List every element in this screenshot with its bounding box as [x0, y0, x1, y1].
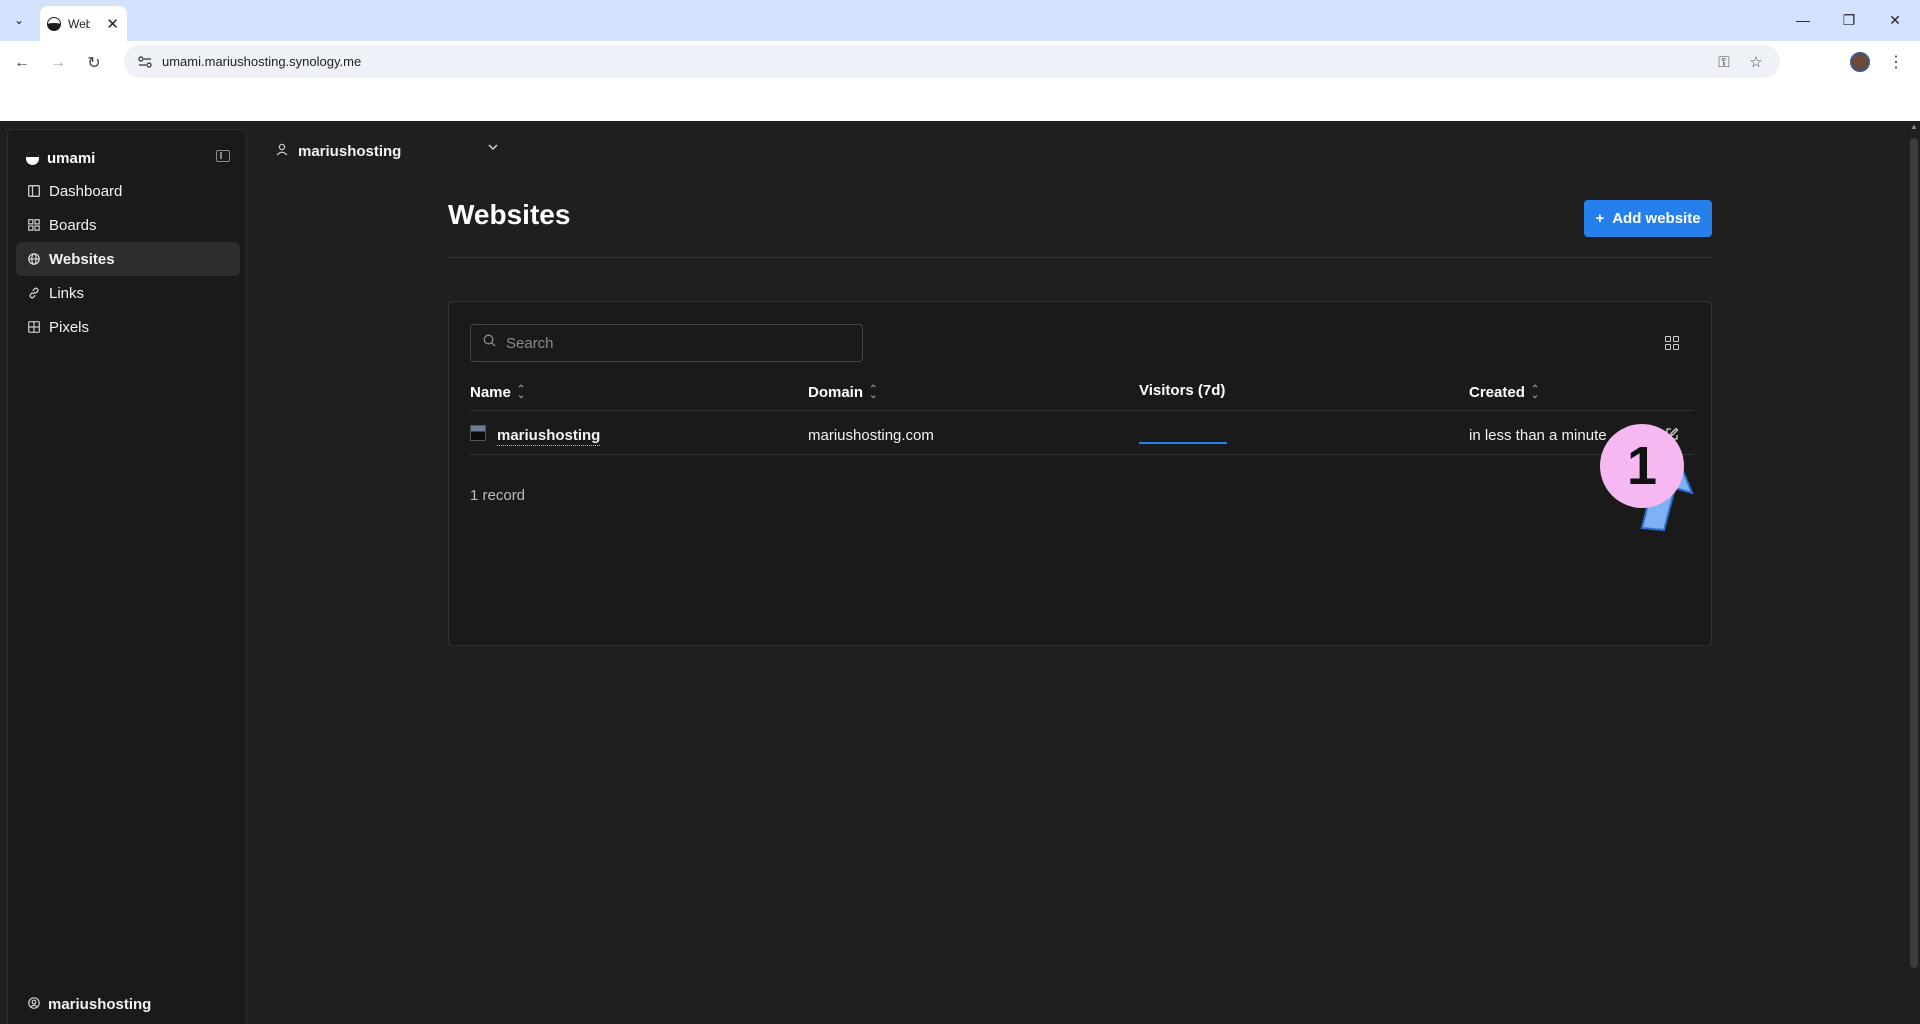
restore-icon[interactable]: ❐ — [1826, 6, 1872, 34]
sidebar-item-pixels[interactable]: Pixels — [16, 310, 240, 344]
brand[interactable]: umami — [26, 150, 95, 167]
grid-view-icon[interactable] — [1665, 336, 1679, 350]
team-switcher[interactable]: mariushosting — [276, 137, 506, 165]
column-label: Visitors (7d) — [1139, 382, 1226, 399]
pixels-icon — [28, 321, 40, 333]
profile-avatar[interactable] — [1850, 52, 1870, 72]
site-info-icon[interactable] — [132, 49, 158, 75]
search-icon — [483, 334, 496, 352]
search-box[interactable] — [470, 324, 863, 362]
tab-list-chevron-icon[interactable]: ⌄ — [6, 8, 32, 32]
brand-name: umami — [47, 150, 96, 167]
forward-icon[interactable]: → — [44, 49, 72, 77]
chevron-down-icon[interactable] — [488, 139, 498, 153]
user-menu[interactable]: mariushosting — [28, 996, 151, 1013]
sidebar-item-label: Pixels — [49, 318, 90, 336]
column-label: Name — [470, 384, 511, 401]
sidebar: umami Dashboard Boards Websites Links Pi… — [7, 129, 247, 1024]
browser-tab[interactable]: Websites ✕ — [40, 6, 127, 41]
sort-icon: ⌃ ⌄ — [516, 383, 526, 401]
close-window-icon[interactable]: ✕ — [1872, 6, 1918, 34]
column-label: Domain — [808, 384, 864, 401]
sidebar-item-label: Boards — [49, 216, 97, 234]
add-website-button[interactable]: + Add website — [1584, 200, 1712, 237]
reload-icon[interactable]: ↻ — [80, 49, 108, 77]
link-icon — [28, 287, 40, 299]
user-icon — [276, 143, 288, 160]
column-header-created[interactable]: Created ⌃ ⌄ — [1469, 384, 1539, 401]
column-header-visitors: Visitors (7d) — [1139, 382, 1225, 399]
browser-menu-icon[interactable]: ⋮ — [1886, 50, 1906, 74]
website-name-link[interactable]: mariushosting — [497, 427, 601, 446]
tab-close-icon[interactable]: ✕ — [106, 15, 119, 33]
url-text: umami.mariushosting.synology.me — [162, 54, 362, 69]
back-icon[interactable]: ← — [8, 49, 36, 77]
plus-icon: + — [1595, 210, 1605, 227]
boards-icon — [28, 219, 40, 231]
sidebar-collapse-icon[interactable] — [216, 150, 230, 162]
umami-logo-icon — [26, 152, 39, 165]
title-divider — [448, 257, 1712, 258]
user-circle-icon — [28, 996, 40, 1013]
browser-toolbar: ← → ↻ umami.mariushosting.synology.me ⚿ … — [0, 41, 1920, 83]
record-count: 1 record — [470, 487, 526, 504]
team-name: mariushosting — [298, 142, 402, 160]
scroll-up-arrow-icon[interactable]: ▲ — [1909, 122, 1919, 132]
sidebar-item-label: Dashboard — [49, 182, 123, 200]
password-key-icon[interactable]: ⚿ — [1712, 50, 1736, 74]
tab-title: Websites — [68, 16, 90, 31]
search-input[interactable] — [506, 334, 836, 352]
minimize-icon[interactable]: — — [1780, 6, 1826, 34]
column-header-name[interactable]: Name ⌃ ⌄ — [470, 384, 525, 401]
globe-icon — [28, 253, 40, 265]
page-title: Websites — [448, 199, 571, 230]
bookmark-bar — [0, 83, 1920, 121]
add-website-label: Add website — [1612, 210, 1701, 227]
step-number-badge: 1 — [1600, 424, 1684, 508]
websites-panel: Name ⌃⌄ Domain ⌃⌄ Visitors (7d) Created … — [448, 301, 1712, 646]
website-domain: mariushosting.com — [808, 427, 934, 444]
sort-icon: ⌃ ⌄ — [869, 383, 878, 401]
scrollbar-thumb[interactable] — [1910, 138, 1918, 968]
header-divider — [470, 410, 1694, 411]
sidebar-item-links[interactable]: Links — [16, 276, 240, 310]
sort-icon: ⌃ ⌄ — [1530, 383, 1540, 401]
column-header-domain[interactable]: Domain ⌃ ⌄ — [808, 384, 877, 401]
row-divider — [470, 454, 1694, 455]
bookmark-star-icon[interactable]: ☆ — [1744, 50, 1768, 74]
browser-tabstrip: ⌄ Websites ✕ — ❐ ✕ — [0, 0, 1920, 41]
sidebar-item-label: Links — [49, 284, 85, 302]
website-favicon-icon — [470, 425, 486, 441]
address-bar[interactable]: umami.mariushosting.synology.me ⚿ ☆ — [124, 45, 1780, 78]
user-name: mariushosting — [48, 996, 152, 1013]
sidebar-item-label: Websites — [49, 250, 115, 268]
dashboard-icon — [28, 185, 40, 197]
visitors-sparkline — [1139, 442, 1227, 444]
column-label: Created — [1469, 384, 1525, 401]
umami-app: umami Dashboard Boards Websites Links Pi… — [0, 121, 1920, 1024]
website-name: mariushosting — [497, 427, 601, 446]
website-created: in less than a minute — [1469, 427, 1607, 444]
sidebar-item-websites[interactable]: Websites — [16, 242, 240, 276]
sidebar-item-boards[interactable]: Boards — [16, 208, 240, 242]
sidebar-item-dashboard[interactable]: Dashboard — [16, 174, 240, 208]
umami-favicon-icon — [48, 17, 60, 30]
